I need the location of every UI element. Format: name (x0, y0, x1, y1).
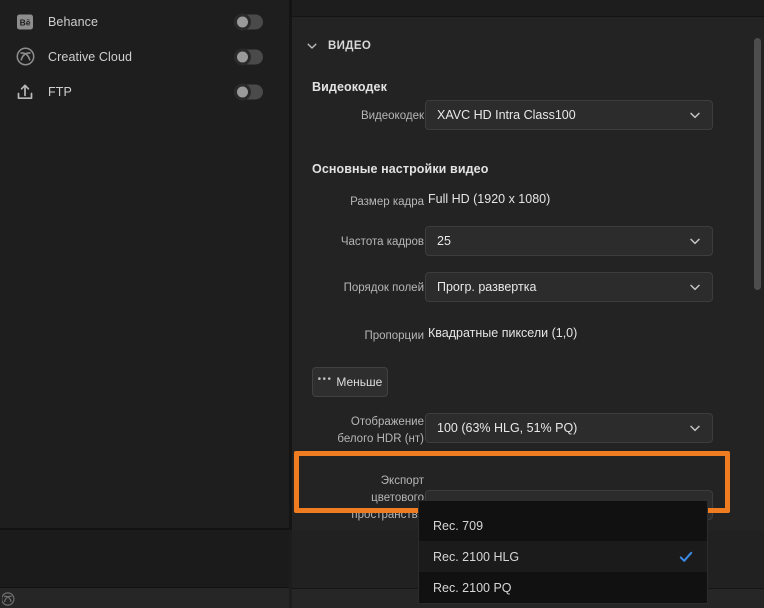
toggle-knob (234, 83, 251, 100)
check-icon (679, 550, 693, 564)
group-title-basic-video: Основные настройки видео (312, 162, 488, 176)
dropdown-option-rec709[interactable]: Rec. 709 (419, 510, 707, 541)
chevron-down-icon[interactable] (688, 234, 702, 248)
field-label: Видеокодек (244, 109, 424, 124)
frame-rate-select[interactable]: 25 (425, 226, 713, 256)
select-value: Прогр. развертка (437, 280, 536, 294)
destination-label: Behance (48, 15, 98, 29)
field-row-frame-size: Размер кадра Full HD (1920 x 1080) (292, 192, 764, 214)
aspect-ratio-value: Квадратные пиксели (1,0) (428, 326, 577, 340)
dropdown-spacer (419, 501, 707, 510)
field-row-aspect-ratio: Пропорции Квадратные пиксели (1,0) (292, 326, 764, 348)
ellipsis-icon: ••• (318, 375, 333, 385)
section-title: ВИДЕО (328, 40, 371, 52)
field-label: Размер кадра (244, 195, 424, 210)
field-order-select[interactable]: Прогр. развертка (425, 272, 713, 302)
field-label-line1: Экспорт (244, 473, 424, 490)
field-label: Отображение белого HDR (нт) (244, 414, 424, 448)
toggle-knob (234, 48, 251, 65)
panel-top-strip (292, 0, 764, 17)
creative-cloud-icon (14, 46, 36, 68)
field-label: Порядок полей (244, 281, 424, 296)
destination-row-creative-cloud[interactable]: Creative Cloud (0, 39, 289, 74)
less-button-label: Меньше (336, 375, 382, 389)
status-bar (0, 587, 289, 608)
field-label-line2: белого HDR (нт) (244, 431, 424, 448)
select-value: XAVC HD Intra Class100 (437, 108, 576, 122)
chevron-down-icon[interactable] (688, 421, 702, 435)
destination-label: FTP (48, 85, 72, 99)
field-label-line3: пространства (244, 507, 424, 524)
svg-text:Bē: Bē (20, 17, 31, 27)
field-row-field-order: Порядок полей Прогр. развертка (292, 272, 764, 304)
hdr-white-select[interactable]: 100 (63% HLG, 51% PQ) (425, 413, 713, 443)
behance-icon: Bē (14, 11, 36, 33)
app-window: Bē Behance Creative Cloud (0, 0, 764, 608)
field-label: Экспорт цветового пространства (244, 473, 424, 524)
creative-cloud-icon (2, 591, 18, 607)
frame-size-value: Full HD (1920 x 1080) (428, 192, 550, 206)
chevron-down-icon[interactable] (688, 108, 702, 122)
field-label: Пропорции (244, 329, 424, 344)
video-codec-select[interactable]: XAVC HD Intra Class100 (425, 100, 713, 130)
publish-destinations-panel: Bē Behance Creative Cloud (0, 0, 289, 530)
less-button[interactable]: ••• Меньше (312, 367, 388, 397)
field-label-line1: Отображение (244, 414, 424, 431)
destination-row-ftp[interactable]: FTP (0, 74, 289, 109)
group-title-codec: Видеокодек (312, 80, 387, 94)
dropdown-option-label: Rec. 709 (433, 519, 483, 533)
toggle-knob (234, 13, 251, 30)
creative-cloud-toggle[interactable] (234, 49, 263, 64)
field-row-hdr-white: Отображение белого HDR (нт) 100 (63% HLG… (292, 413, 764, 445)
select-value: 25 (437, 234, 451, 248)
select-value: 100 (63% HLG, 51% PQ) (437, 421, 577, 435)
behance-toggle[interactable] (234, 14, 263, 29)
field-label-line2: цветового (244, 490, 424, 507)
dropdown-option-label: Rec. 2100 PQ (433, 581, 512, 595)
chevron-down-icon[interactable] (688, 280, 702, 294)
destination-label: Creative Cloud (48, 50, 132, 64)
ftp-toggle[interactable] (234, 84, 263, 99)
dropdown-option-label: Rec. 2100 HLG (433, 550, 519, 564)
color-space-dropdown-menu[interactable]: Rec. 709 Rec. 2100 HLG Rec. 2100 PQ (418, 500, 708, 604)
destination-row-behance[interactable]: Bē Behance (0, 4, 289, 39)
section-header-video[interactable]: ВИДЕО (292, 29, 764, 63)
dropdown-option-rec2100hlg[interactable]: Rec. 2100 HLG (419, 541, 707, 572)
dropdown-option-rec2100pq[interactable]: Rec. 2100 PQ (419, 572, 707, 603)
field-label: Частота кадров (244, 235, 424, 250)
field-row-frame-rate: Частота кадров 25 (292, 226, 764, 258)
left-lower-blank-area (0, 530, 289, 587)
chevron-down-icon[interactable] (306, 40, 318, 52)
ftp-upload-icon (14, 81, 36, 103)
field-row-video-codec: Видеокодек XAVC HD Intra Class100 (292, 100, 764, 132)
